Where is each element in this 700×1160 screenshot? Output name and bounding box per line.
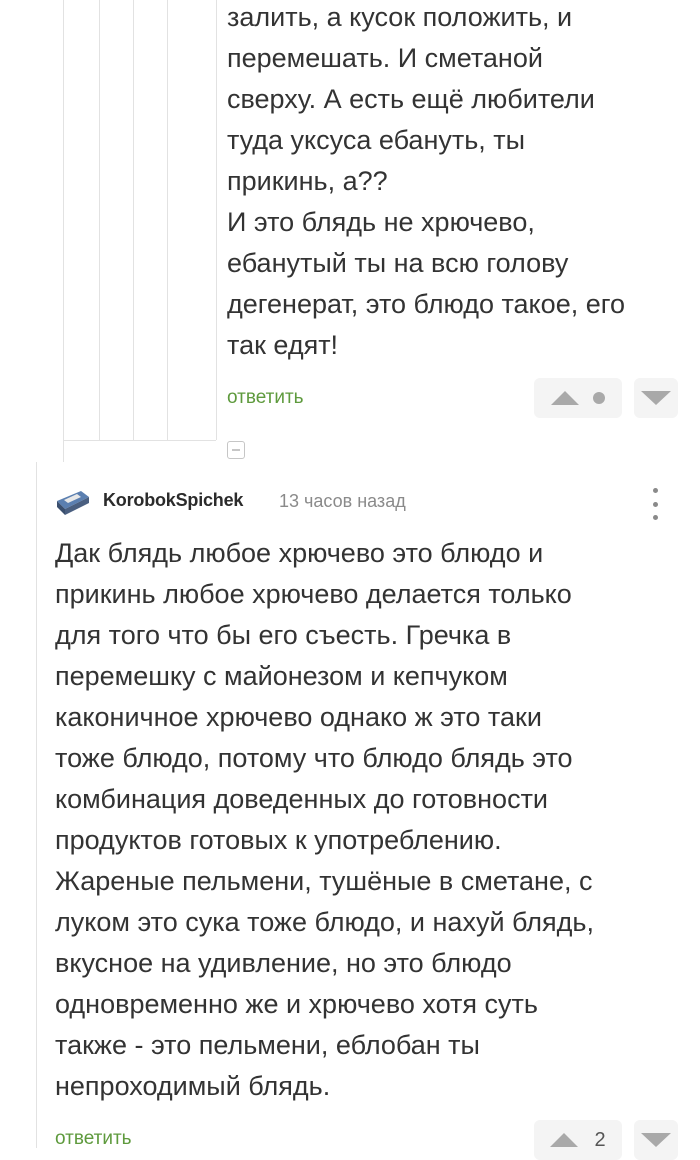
comment-body: Дак блядь любое хрючево это блюдо и прик… — [55, 538, 594, 1101]
minus-square-icon[interactable] — [227, 441, 245, 459]
reply-button[interactable]: ответить — [55, 1128, 132, 1150]
triangle-down-icon — [641, 391, 671, 405]
thread-line — [216, 0, 217, 440]
thread-line — [63, 440, 216, 441]
comment-score: 2 — [594, 1128, 606, 1151]
thread-line — [36, 462, 37, 1148]
comment-author[interactable]: KorobokSpichek — [103, 490, 243, 511]
thread-line — [133, 0, 134, 440]
comment-body: залить, а кусок положить, и перемешать. … — [227, 2, 625, 360]
thread-line — [99, 0, 100, 440]
triangle-down-icon — [641, 1133, 671, 1147]
comment-timestamp[interactable]: 13 часов назад — [279, 491, 406, 512]
dot-icon — [593, 392, 605, 404]
thread-line — [167, 0, 168, 440]
reply-button[interactable]: ответить — [227, 387, 304, 409]
thread-line — [63, 0, 64, 440]
downvote-button[interactable] — [634, 1120, 678, 1160]
thread-line — [63, 440, 64, 462]
downvote-button[interactable] — [634, 378, 678, 418]
vertical-dots-icon[interactable] — [649, 488, 661, 520]
triangle-up-icon[interactable] — [551, 391, 579, 405]
vote-widget: 2 — [534, 1120, 622, 1160]
matchbox-avatar[interactable] — [55, 489, 91, 517]
triangle-up-icon[interactable] — [550, 1133, 579, 1147]
vote-widget — [534, 378, 622, 418]
